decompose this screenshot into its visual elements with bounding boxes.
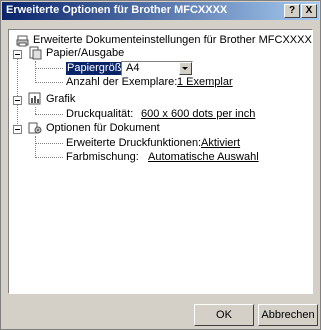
copies-value-link[interactable]: 1 Exemplar bbox=[177, 76, 233, 89]
window-title: Erweiterte Optionen für Brother MFCXXXX bbox=[6, 4, 228, 16]
tree-root-label: Erweiterte Dokumenteinstellungen für Bro… bbox=[33, 34, 312, 46]
paper-size-select[interactable]: A4 bbox=[121, 61, 193, 76]
close-button[interactable]: X bbox=[301, 4, 317, 18]
dialog-window: Erweiterte Optionen für Brother MFCXXXX … bbox=[0, 0, 321, 330]
paper-icon bbox=[28, 46, 42, 60]
document-expander[interactable] bbox=[13, 125, 22, 134]
cancel-button[interactable]: Abbrechen bbox=[258, 304, 318, 326]
help-button[interactable]: ? bbox=[284, 4, 300, 18]
graphics-icon bbox=[28, 92, 41, 105]
copies-label: Anzahl der Exemplare: bbox=[66, 76, 178, 88]
tree-item-graphics[interactable]: Grafik bbox=[46, 93, 75, 106]
options-tree: Erweiterte Dokumenteinstellungen für Bro… bbox=[8, 29, 313, 294]
chevron-down-icon[interactable] bbox=[179, 62, 192, 75]
color-mixing-value-link[interactable]: Automatische Auswahl bbox=[148, 151, 259, 164]
graphics-expander[interactable] bbox=[13, 96, 22, 105]
print-quality-value-link[interactable]: 600 x 600 dots per inch bbox=[141, 108, 255, 121]
paper-expander[interactable] bbox=[13, 50, 22, 59]
document-options-icon bbox=[28, 121, 42, 135]
ok-button[interactable]: OK bbox=[194, 304, 254, 326]
title-bar[interactable]: Erweiterte Optionen für Brother MFCXXXX … bbox=[2, 2, 319, 20]
paper-size-value: A4 bbox=[126, 62, 140, 74]
tree-item-paper[interactable]: Papier/Ausgabe bbox=[46, 47, 124, 60]
advanced-functions-label: Erweiterte Druckfunktionen: bbox=[66, 137, 202, 149]
tree-item-document[interactable]: Optionen für Dokument bbox=[46, 122, 160, 135]
advanced-functions-value-link[interactable]: Aktiviert bbox=[201, 137, 240, 150]
print-quality-label: Druckqualität: bbox=[66, 108, 134, 120]
color-mixing-label: Farbmischung: bbox=[66, 151, 139, 163]
